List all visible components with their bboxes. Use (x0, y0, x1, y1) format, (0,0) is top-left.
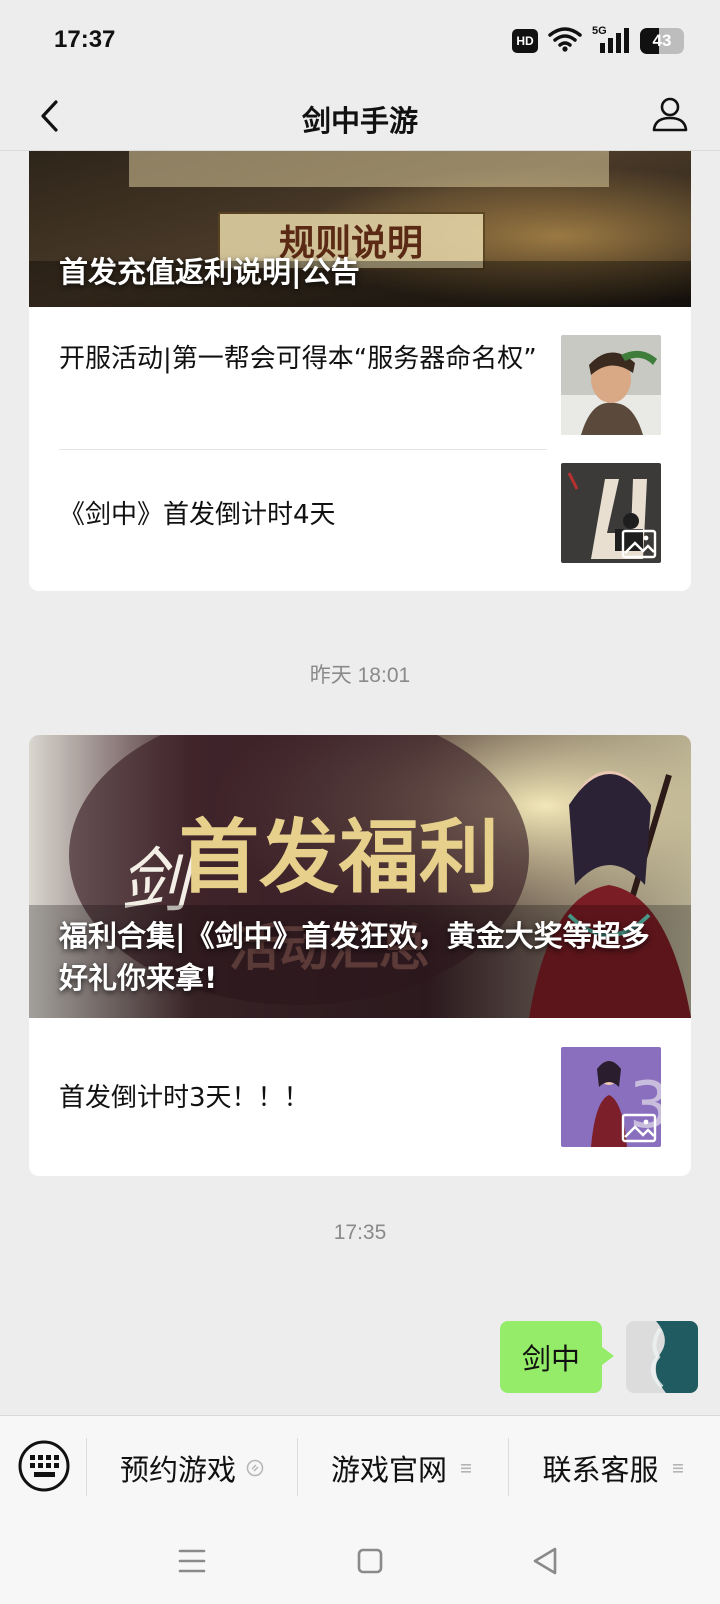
cover-title: 福利合集|《剑中》首发狂欢，黄金大奖等超多好礼你来拿! (59, 919, 650, 995)
article-title: 开服活动|第一帮会可得本“服务器命名权” (59, 344, 537, 374)
menu-icon (178, 1549, 206, 1573)
cover-title: 首发充值返利说明|公告 (59, 255, 360, 289)
article-row[interactable]: 《剑中》首发倒计时4天 (29, 449, 691, 591)
hd-badge: HD (512, 29, 538, 53)
article-thumbnail (561, 335, 661, 435)
home-button[interactable] (348, 1539, 392, 1583)
menu-item-label: 游戏官网 (330, 1453, 447, 1487)
menu-item-customer-service[interactable]: 联系客服 (509, 1416, 720, 1520)
signal-icon: 5G (592, 25, 630, 55)
chat-timestamp: 17:35 (333, 1221, 387, 1244)
menu-list-icon (461, 1464, 471, 1473)
menu-item-label: 联系客服 (542, 1453, 659, 1487)
wifi-icon (548, 26, 582, 56)
article-row[interactable]: 开服活动|第一帮会可得本“服务器命名权” (29, 307, 691, 449)
custom-menu-bar: 预约游戏 游戏官网 联系客服 (0, 1415, 720, 1519)
menu-item-label: 预约游戏 (119, 1453, 236, 1487)
image-icon (621, 1113, 657, 1143)
article-card: 规则说明 首发充值返利说明|公告 开服活动|第一帮会可得本“服务器命名权” 《剑… (29, 151, 691, 591)
sent-message-bubble[interactable]: 剑中 (500, 1321, 615, 1393)
article-title: 首发倒计时3天！！！ (59, 1083, 310, 1113)
avatar[interactable] (626, 1321, 698, 1393)
nav-bar: 剑中手游 (0, 82, 720, 150)
cover-overlay-text: 首发福利 (179, 810, 499, 904)
status-time: 17:37 (54, 26, 116, 53)
battery-level: 43 (652, 31, 672, 50)
article-row[interactable]: 首发倒计时3天！！！ 3 (29, 1018, 691, 1176)
article-card: 剑 首发福利 活动汇总 福利合集|《剑中》首发狂欢，黄金大奖等超多好礼你来拿! … (29, 735, 691, 1176)
user-icon (652, 97, 688, 132)
system-navigation-bar (0, 1519, 720, 1604)
keyboard-icon (18, 1440, 70, 1492)
article-thumbnail: 3 (561, 1047, 661, 1147)
page-title: 剑中手游 (301, 104, 418, 138)
system-back-button[interactable] (523, 1539, 567, 1583)
battery-icon: 43 (640, 28, 684, 54)
menu-list-icon (672, 1464, 683, 1473)
menu-item-official-site[interactable]: 游戏官网 (298, 1416, 508, 1520)
back-triangle-icon (533, 1547, 557, 1575)
article-cover[interactable]: 剑 首发福利 活动汇总 福利合集|《剑中》首发狂欢，黄金大奖等超多好礼你来拿! (29, 735, 691, 1018)
status-bar: 17:37 HD 5G 43 (0, 0, 720, 82)
article-title: 《剑中》首发倒计时4天 (59, 500, 336, 530)
keyboard-toggle-button[interactable] (16, 1438, 72, 1494)
profile-button[interactable] (644, 88, 696, 140)
home-square-icon (357, 1548, 383, 1574)
menu-item-reserve[interactable]: 预约游戏 (87, 1416, 297, 1520)
chat-area[interactable]: 规则说明 首发充值返利说明|公告 开服活动|第一帮会可得本“服务器命名权” 《剑… (0, 151, 720, 1415)
article-cover[interactable]: 规则说明 首发充值返利说明|公告 (29, 151, 691, 307)
article-thumbnail (561, 463, 661, 563)
chat-timestamp: 昨天 18:01 (309, 664, 411, 687)
link-icon (246, 1459, 264, 1477)
image-icon (621, 529, 657, 559)
recent-apps-button[interactable] (170, 1539, 214, 1583)
status-icons: HD 5G 43 (512, 25, 684, 56)
